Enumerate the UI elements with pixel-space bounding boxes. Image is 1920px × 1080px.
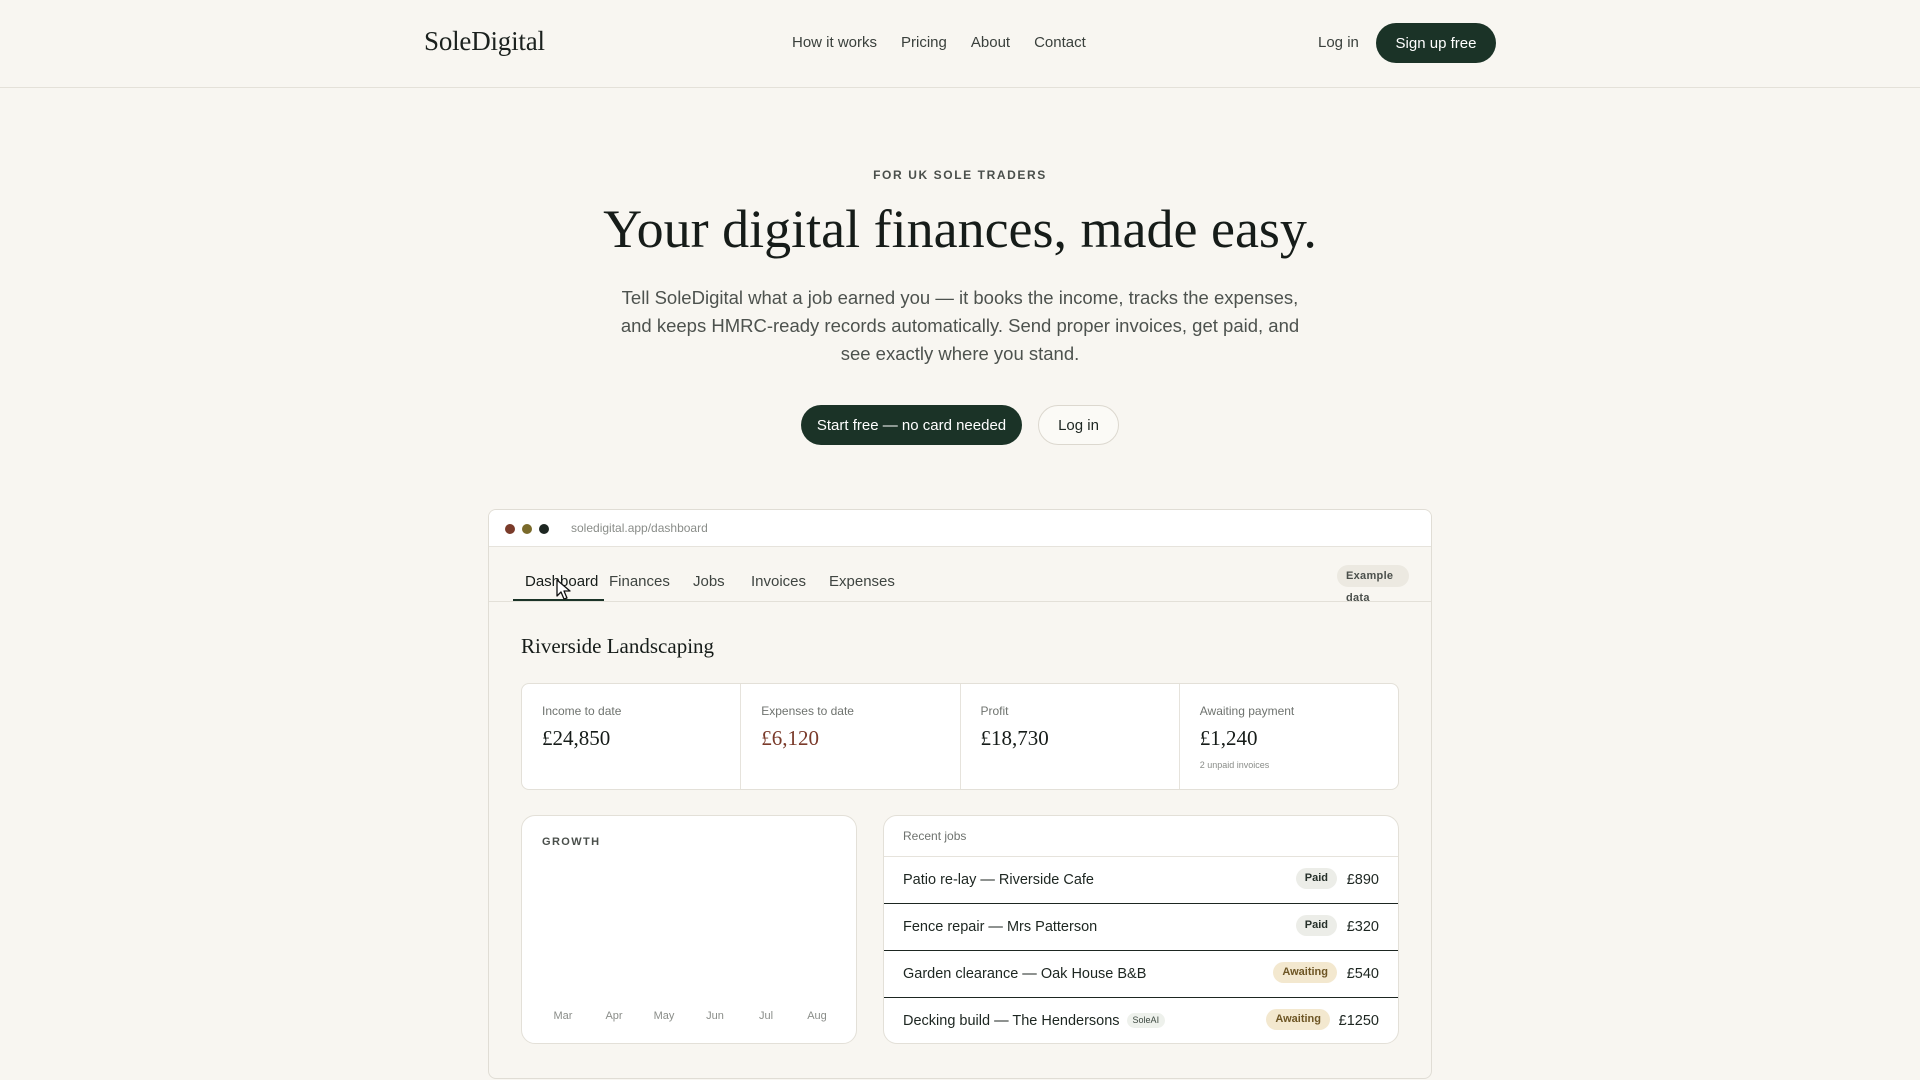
month-label: Apr [605,1010,623,1022]
month-label: Mar [553,1010,573,1022]
job-name: Patio re-lay — Riverside Cafe [903,872,1094,888]
recent-jobs-card: Recent jobs Patio re-lay — Riverside Caf… [883,815,1399,1044]
tab-dashboard[interactable]: Dashboard [525,573,598,590]
stat-profit: Profit £18,730 [961,684,1180,789]
job-status-badge: Paid [1295,915,1337,936]
month-label: May [653,1010,675,1022]
start-free-button[interactable]: Start free — no card needed [801,405,1022,445]
dashboard-preview-window: soledigital.app/dashboard Dashboard Fina… [488,509,1432,1079]
growth-chart: Mar Apr May Jun Jul Aug [522,856,858,1022]
stat-awaiting: Awaiting payment £1,240 2 unpaid invoice… [1180,684,1398,789]
nav-link-about[interactable]: About [971,34,1010,51]
month-label: Aug [807,1010,827,1022]
growth-title: GROWTH [542,836,601,848]
nav-links: How it works Pricing About Contact [792,34,1086,51]
stat-income-label: Income to date [542,704,622,718]
job-row[interactable]: Patio re-lay — Riverside Cafe Paid £890 [884,857,1398,904]
hero-title: Your digital finances, made easy. [603,199,1317,259]
stats-panel: Income to date £24,850 Expenses to date … [521,683,1399,790]
nav-link-contact[interactable]: Contact [1034,34,1086,51]
dashboard-tabs: Dashboard Finances Jobs Invoices Expense… [513,547,1409,604]
tab-expenses[interactable]: Expenses [829,573,895,590]
window-dot-dark-icon [539,524,549,534]
tab-invoices[interactable]: Invoices [751,573,806,590]
tabs-divider [489,601,1431,602]
soleai-tag: SoleAI [1126,1013,1166,1028]
job-row[interactable]: Garden clearance — Oak House B&B Awaitin… [884,951,1398,998]
month-label: Jun [706,1010,724,1022]
growth-card: GROWTH Mar Apr May Jun Jul Aug [521,815,857,1044]
stat-expenses-label: Expenses to date [761,704,854,718]
example-data-badge: Example data [1337,565,1409,604]
month-label: Jul [758,1010,774,1022]
job-name: Garden clearance — Oak House B&B [903,966,1147,982]
stat-awaiting-value: £1,240 [1199,726,1258,750]
job-status-badge: Awaiting [1273,962,1337,983]
tab-jobs[interactable]: Jobs [693,573,725,590]
job-name: Fence repair — Mrs Patterson [903,919,1098,935]
business-name: Riverside Landscaping [521,634,715,658]
stat-expenses-value: £6,120 [761,726,819,750]
stat-profit-label: Profit [980,704,1009,718]
tab-finances[interactable]: Finances [609,573,670,590]
job-name-text: Decking build — The Hendersons [903,1013,1120,1029]
top-nav: SoleDigital How it works Pricing About C… [0,0,1920,88]
job-status-badge: Awaiting [1266,1009,1330,1030]
hero-subtitle: Tell SoleDigital what a job earned you —… [620,287,1300,364]
job-amount: £320 [1346,919,1379,935]
stat-awaiting-note: 2 unpaid invoices [1199,760,1270,770]
nav-link-how-it-works[interactable]: How it works [792,34,877,51]
window-url: soledigital.app/dashboard [571,521,708,535]
job-amount: £1250 [1338,1013,1379,1029]
stat-awaiting-label: Awaiting payment [1199,704,1295,718]
hero-login-button[interactable]: Log in [1038,405,1119,445]
job-amount: £890 [1346,872,1379,888]
logo[interactable]: SoleDigital [424,26,545,57]
job-name: Decking build — The Hendersons SoleAI [903,1013,1166,1029]
job-status-badge: Paid [1295,868,1337,889]
job-amount: £540 [1346,966,1379,982]
hero-eyebrow: FOR UK SOLE TRADERS [873,168,1047,182]
window-dot-red-icon [505,524,515,534]
stat-expenses: Expenses to date £6,120 [741,684,961,789]
stat-income-value: £24,850 [542,726,611,750]
job-row[interactable]: Decking build — The Hendersons SoleAI Awa… [884,998,1398,1043]
recent-jobs-title: Recent jobs [903,829,967,843]
stat-profit-value: £18,730 [980,726,1049,750]
nav-login-link[interactable]: Log in [1318,34,1359,51]
window-dot-yellow-icon [522,524,532,534]
job-row[interactable]: Fence repair — Mrs Patterson Paid £320 [884,904,1398,951]
window-title-bar: soledigital.app/dashboard [489,510,1431,547]
stat-income: Income to date £24,850 [522,684,742,789]
nav-link-pricing[interactable]: Pricing [901,34,947,51]
signup-button[interactable]: Sign up free [1376,23,1496,63]
